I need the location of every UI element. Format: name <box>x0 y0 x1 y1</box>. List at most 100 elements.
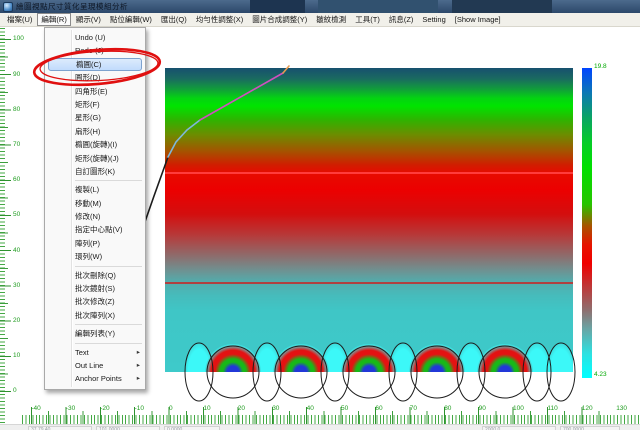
bottom-ruler-label: 0 <box>169 405 173 412</box>
menu-bar: 檔案(U)編輯(R)顯示(V)點位編輯(W)匯出(Q)均勻性調整(X)圖片合成調… <box>0 13 640 27</box>
highlight-line <box>165 172 573 174</box>
status-cell: 0.0000 <box>164 426 220 430</box>
status-cell: 37.79,40 <box>28 426 92 430</box>
menubar-item-9[interactable]: 訊息(Z) <box>385 13 418 26</box>
bottom-ruler-label: -40 <box>31 405 40 412</box>
left-ruler-label: 60 <box>13 176 20 183</box>
menubar-item-2[interactable]: 顯示(V) <box>72 13 105 26</box>
edit-menu-item-3[interactable]: 圓形(D) <box>45 71 145 84</box>
app-icon <box>3 2 13 12</box>
status-cell: 2000.0 <box>482 426 556 430</box>
menubar-item-6[interactable]: 圖片合成調整(Y) <box>248 13 311 26</box>
left-ruler-major-ticks <box>0 39 11 392</box>
bottom-ruler-label: -20 <box>100 405 109 412</box>
bottom-ruler-label: 40 <box>307 405 314 412</box>
edit-menu-item-27[interactable]: Out Line▸ <box>45 359 145 372</box>
edit-menu-item-16[interactable]: 陣列(P) <box>45 237 145 250</box>
menubar-item-1[interactable]: 編輯(R) <box>37 13 70 26</box>
menu-separator <box>75 266 142 267</box>
menubar-item-10[interactable]: Setting <box>418 14 449 25</box>
edit-menu-item-10[interactable]: 自訂圖形(K) <box>45 165 145 178</box>
menu-separator <box>75 324 142 325</box>
left-ruler-label: 30 <box>13 282 20 289</box>
app-window: 繪圖視點尺寸質化呈現模組分析 檔案(U)編輯(R)顯示(V)點位編輯(W)匯出(… <box>0 0 640 430</box>
edit-menu-item-9[interactable]: 矩形(旋轉)(J) <box>45 152 145 165</box>
edit-menu-item-17[interactable]: 環列(W) <box>45 250 145 263</box>
colorbar-min-label: 4.23 <box>594 371 607 378</box>
edit-menu-item-0[interactable]: Undo (U) <box>45 31 145 44</box>
edit-menu-item-7[interactable]: 扇形(H) <box>45 125 145 138</box>
title-bar: 繪圖視點尺寸質化呈現模組分析 <box>0 0 640 13</box>
left-ruler-label: 80 <box>13 106 20 113</box>
left-ruler-label: 90 <box>13 71 20 78</box>
ellipse-fill <box>547 343 573 372</box>
bottom-ruler-label: -30 <box>66 405 75 412</box>
left-ruler-label: 0 <box>13 387 17 394</box>
bottom-ruler-label: 80 <box>444 405 451 412</box>
edit-menu-item-26[interactable]: Text▸ <box>45 346 145 359</box>
status-bar: 37.79,40 101.0000 0.0000 2000.0 700.0000 <box>0 424 640 430</box>
edit-menu-item-15[interactable]: 指定中心點(V) <box>45 223 145 236</box>
menubar-item-8[interactable]: 工具(T) <box>351 13 384 26</box>
bullseye-spot <box>409 344 465 372</box>
menubar-item-4[interactable]: 匯出(Q) <box>157 13 191 26</box>
edit-menu-item-12[interactable]: 複製(L) <box>45 183 145 196</box>
left-ruler-label: 40 <box>13 247 20 254</box>
left-ruler-label: 100 <box>13 35 24 42</box>
edit-menu-item-1[interactable]: Redo (J) <box>45 44 145 57</box>
bullseye-spot <box>205 344 261 372</box>
edit-menu-item-6[interactable]: 星形(G) <box>45 111 145 124</box>
edit-menu-item-22[interactable]: 批次陣列(X) <box>45 309 145 322</box>
bottom-ruler-label: 110 <box>547 405 557 412</box>
left-ruler-label: 70 <box>13 141 20 148</box>
bottom-ruler-label: 90 <box>479 405 486 412</box>
menu-separator <box>75 180 142 181</box>
menubar-item-0[interactable]: 檔案(U) <box>3 13 36 26</box>
bullseye-spot <box>341 344 397 372</box>
menubar-item-11[interactable]: [Show Image] <box>451 14 505 25</box>
edit-menu-item-19[interactable]: 批次刪除(Q) <box>45 269 145 282</box>
titlebar-glass-patch <box>250 0 305 13</box>
colorbar <box>582 68 592 378</box>
bullseye-spot <box>477 344 533 372</box>
bullseye-spot <box>273 344 329 372</box>
status-cell: 700.0000 <box>560 426 620 430</box>
edit-menu-item-8[interactable]: 橢圓(旋轉)(I) <box>45 138 145 151</box>
left-ruler-label: 10 <box>13 352 20 359</box>
bottom-ruler-label: -10 <box>135 405 144 412</box>
edit-menu-item-4[interactable]: 四角形(E) <box>45 85 145 98</box>
edit-menu-item-20[interactable]: 批次鏡射(S) <box>45 282 145 295</box>
bottom-ruler-label: 10 <box>203 405 210 412</box>
edit-menu-item-14[interactable]: 修改(N) <box>45 210 145 223</box>
submenu-arrow-icon: ▸ <box>137 372 140 386</box>
heatmap-canvas[interactable] <box>165 68 573 372</box>
menubar-item-7[interactable]: 皺紋檢測 <box>312 13 350 26</box>
left-ruler-label: 50 <box>13 211 20 218</box>
highlight-line <box>165 282 573 284</box>
edit-menu-dropdown: Undo (U)Redo (J)橢圓(C)圓形(D)四角形(E)矩形(F)星形(… <box>44 27 146 390</box>
colorbar-max-label: 19.8 <box>594 63 607 70</box>
edit-menu-item-21[interactable]: 批次修改(Z) <box>45 295 145 308</box>
submenu-arrow-icon: ▸ <box>137 359 140 373</box>
bottom-ruler-label: 100 <box>513 405 524 412</box>
edit-menu-item-24[interactable]: 編輯列表(Y) <box>45 327 145 340</box>
titlebar-glass-patch <box>452 0 552 13</box>
edit-menu-item-28[interactable]: Anchor Points▸ <box>45 372 145 385</box>
bottom-ruler-label: 60 <box>375 405 382 412</box>
edit-menu-item-13[interactable]: 移動(M) <box>45 197 145 210</box>
status-cell: 101.0000 <box>96 426 160 430</box>
bottom-ruler-label: 30 <box>272 405 279 412</box>
menu-separator <box>75 343 142 344</box>
edit-menu-item-2[interactable]: 橢圓(C) <box>48 58 142 71</box>
bottom-ruler-label: 20 <box>238 405 245 412</box>
bottom-ruler-label: 120 <box>582 405 593 412</box>
menubar-item-5[interactable]: 均勻性調整(X) <box>192 13 248 26</box>
window-title: 繪圖視點尺寸質化呈現模組分析 <box>16 1 128 12</box>
submenu-arrow-icon: ▸ <box>137 346 140 360</box>
titlebar-glass-patch <box>318 0 438 13</box>
edit-menu-item-5[interactable]: 矩形(F) <box>45 98 145 111</box>
left-ruler-label: 20 <box>13 317 20 324</box>
bottom-ruler-label: 50 <box>341 405 348 412</box>
menubar-item-3[interactable]: 點位編輯(W) <box>106 13 156 26</box>
bottom-ruler-label: 70 <box>410 405 417 412</box>
